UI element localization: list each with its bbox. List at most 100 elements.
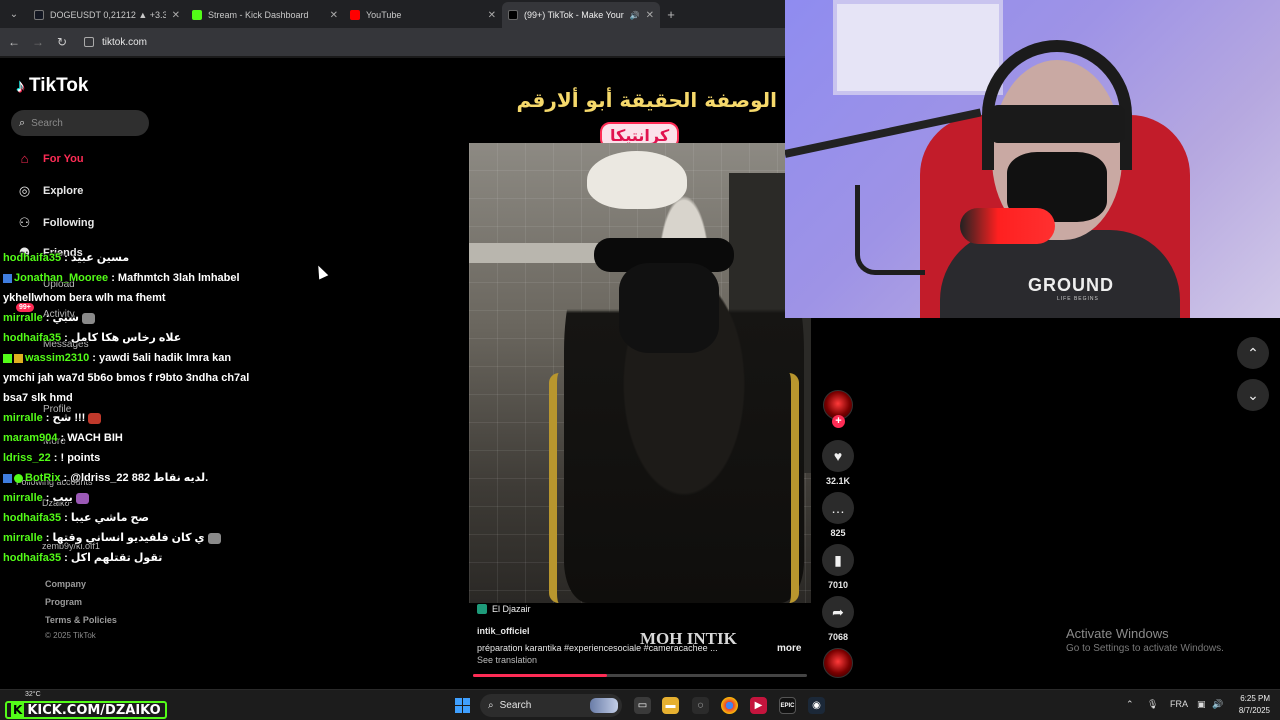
chat-message: wassim2310 : yawdi 5ali hadik lmra kan y… — [3, 352, 250, 404]
search-placeholder: Search — [31, 117, 63, 129]
clock-time: 6:25 PM — [1240, 694, 1270, 703]
footer-company[interactable]: Company — [45, 579, 86, 589]
footer-copyright: © 2025 TikTok — [45, 631, 96, 640]
search-icon: ⌕ — [488, 700, 494, 711]
tab-kick-dashboard[interactable]: Stream - Kick Dashboard ✕ — [186, 2, 344, 28]
chat-message: mirralle : يبب — [3, 488, 253, 508]
speaker-icon[interactable]: 🔊 — [630, 11, 640, 20]
media-player-icon[interactable]: ▶ — [750, 697, 767, 714]
comment-button[interactable]: … — [822, 492, 854, 524]
task-view-icon[interactable]: ▭ — [634, 697, 651, 714]
search-icon: ⌕ — [19, 116, 26, 129]
like-button[interactable]: ♥ — [822, 440, 854, 472]
activate-windows-title: Activate Windows — [1066, 626, 1169, 641]
microphone-icon[interactable]: 🎙 — [1147, 699, 1158, 710]
chrome-icon[interactable] — [721, 697, 738, 714]
bookmark-icon: ▮ — [834, 551, 842, 568]
chat-message: maram904 : WACH BIH — [3, 432, 123, 444]
share-button[interactable]: ➦ — [822, 596, 854, 628]
next-video-button[interactable]: ⌄ — [1237, 379, 1269, 411]
location-chip[interactable]: El Djazair — [477, 604, 531, 614]
chat-message: mirralle : شبي — [3, 308, 253, 328]
location-pin-icon — [477, 604, 487, 614]
verified-badge-icon — [14, 473, 23, 483]
site-info-icon[interactable] — [84, 37, 94, 47]
tab-tiktok[interactable]: (99+) TikTok - Make Your D… 🔊 ✕ — [502, 2, 660, 28]
follow-plus-icon[interactable]: + — [832, 415, 845, 428]
screen: ⌄ DOGEUSDT 0,21212 ▲ +3.35% ✕ Stream - K… — [0, 0, 1280, 720]
windows-start-icon[interactable] — [455, 698, 470, 713]
video-caption: préparation karantika #experiencesociale… — [477, 643, 718, 653]
taskbar-search[interactable]: ⌕ Search — [480, 694, 622, 717]
system-clock[interactable]: 6:25 PM 8/7/2025 — [1232, 693, 1270, 717]
share-arrow-icon: ➦ — [832, 603, 844, 620]
chat-message: hodhaifa35 : صح ماشي عيبا — [3, 512, 150, 524]
new-tab-icon[interactable]: + — [660, 7, 682, 22]
file-explorer-icon[interactable]: ▬ — [662, 697, 679, 714]
previous-video-button[interactable]: ⌃ — [1237, 337, 1269, 369]
streamer-webcam: GROUND LIFE BEGINS — [785, 0, 1280, 318]
network-icon[interactable]: ▣ — [1197, 699, 1206, 710]
chat-message: ldriss_22 : ! points — [3, 452, 101, 464]
chat-message: hodhaifa35 : مسين عبيد — [3, 252, 130, 264]
comment-count: 825 — [830, 528, 846, 538]
chevron-down-icon: ⌄ — [1247, 386, 1259, 403]
close-icon[interactable]: ✕ — [330, 10, 338, 21]
kick-favicon-icon — [192, 10, 202, 20]
tiktok-logo[interactable]: ♪ TikTok — [16, 75, 88, 97]
share-count: 7068 — [827, 632, 849, 642]
weather-widget[interactable]: 32°C — [25, 691, 41, 698]
video-player[interactable] — [469, 143, 811, 603]
windows-taskbar: 32°C K KICK.COM/DZAIKO ⌕ Search ▭ ▬ ◌ ▶ … — [0, 689, 1280, 720]
heart-icon: ♥ — [833, 448, 843, 464]
compass-icon: ◎ — [18, 183, 31, 198]
footer-program[interactable]: Program — [45, 597, 82, 607]
kick-channel-banner: K KICK.COM/DZAIKO — [5, 701, 167, 719]
see-translation-link[interactable]: See translation — [477, 655, 537, 665]
language-indicator[interactable]: FRA — [1170, 699, 1188, 709]
url-field[interactable]: tiktok.com — [84, 37, 147, 48]
save-button[interactable]: ▮ — [822, 544, 854, 576]
epic-games-icon[interactable]: EPIC — [779, 697, 796, 714]
video-author[interactable]: intik_officiel — [477, 626, 530, 636]
nav-following[interactable]: ⚇ Following — [16, 215, 95, 231]
chat-app-icon[interactable]: ◌ — [692, 697, 709, 714]
nav-explore[interactable]: ◎ Explore — [16, 183, 84, 199]
chevron-up-icon: ⌃ — [1247, 344, 1259, 361]
webcam-window — [833, 0, 1003, 95]
moderator-badge-icon — [3, 353, 12, 363]
chat-message: mirralle : شح !!! — [3, 408, 253, 428]
shirt-brand-text: GROUND — [1028, 275, 1114, 295]
video-progress-fill — [473, 674, 607, 677]
forward-icon[interactable]: → — [30, 35, 46, 49]
tradingview-favicon-icon — [34, 10, 44, 20]
tab-dogeusdt[interactable]: DOGEUSDT 0,21212 ▲ +3.35% ✕ — [28, 2, 186, 28]
close-icon[interactable]: ✕ — [172, 10, 180, 21]
back-icon[interactable]: ← — [6, 35, 22, 49]
tiktok-favicon-icon — [508, 10, 518, 20]
kick-logo-icon: K — [11, 703, 25, 717]
video-gold-trim — [549, 373, 799, 603]
chat-message: BotRix : @ldriss_22 882 لديه نقاط. — [3, 468, 253, 488]
caption-more-link[interactable]: more — [777, 643, 801, 654]
tiktok-note-icon: ♪ — [16, 75, 25, 96]
bot-badge-icon — [3, 473, 12, 483]
shirt-sub-text: LIFE BEGINS — [1057, 296, 1099, 302]
close-icon[interactable]: ✕ — [646, 10, 654, 21]
footer-terms[interactable]: Terms & Policies — [45, 615, 117, 625]
music-disc-avatar[interactable] — [823, 648, 853, 678]
webcam-cable — [855, 185, 925, 275]
tab-search-dropdown-icon[interactable]: ⌄ — [0, 0, 28, 28]
close-icon[interactable]: ✕ — [488, 10, 496, 21]
home-icon: ⌂ — [20, 151, 29, 166]
tab-youtube[interactable]: YouTube ✕ — [344, 2, 502, 28]
steam-icon[interactable]: ◉ — [808, 697, 825, 714]
nav-for-you[interactable]: ⌂ For You — [16, 151, 84, 166]
tray-overflow-icon[interactable]: ⌃ — [1126, 699, 1134, 710]
reload-icon[interactable]: ↻ — [54, 35, 70, 49]
volume-icon[interactable]: 🔊 — [1212, 699, 1223, 710]
cat-emote-icon — [81, 312, 95, 324]
clock-date: 8/7/2025 — [1238, 706, 1270, 715]
chat-message: Jonathan_Mooree : Mafhmtch 3lah lmhabel … — [3, 272, 240, 304]
tiktok-search-input[interactable]: ⌕ Search — [11, 110, 149, 136]
